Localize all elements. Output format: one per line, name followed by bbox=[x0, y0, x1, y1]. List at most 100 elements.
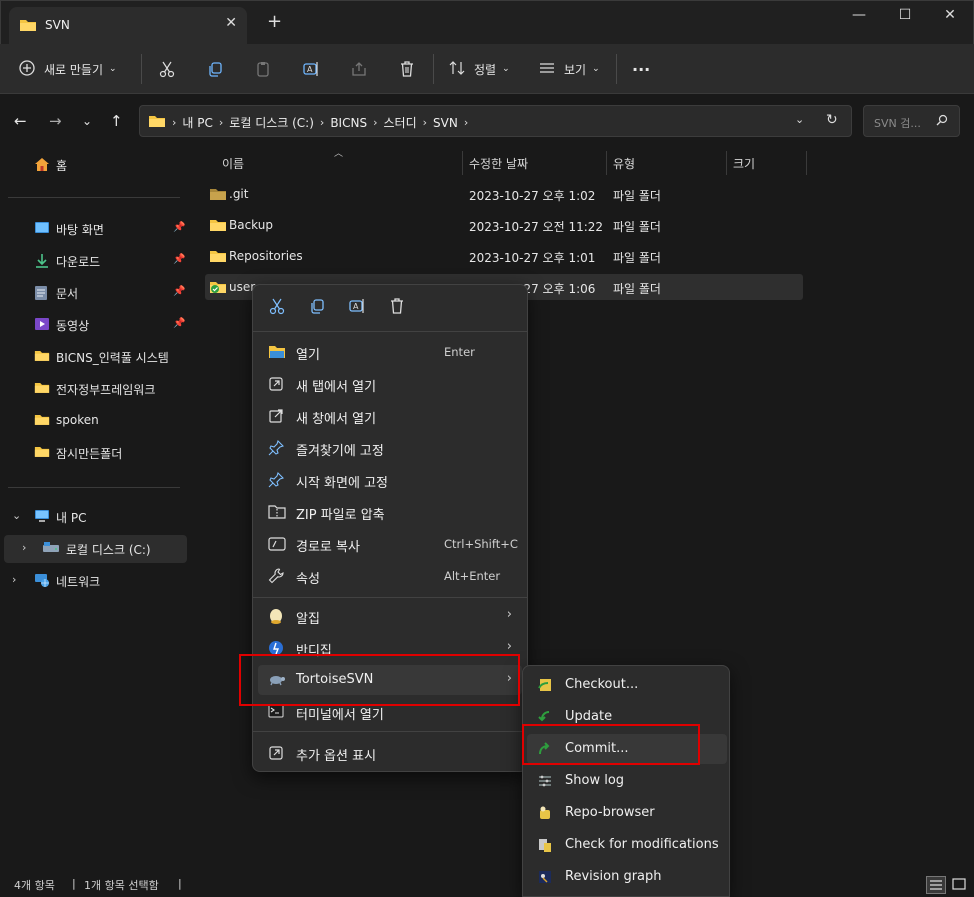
menu-item-label: 시작 화면에 고정 bbox=[296, 476, 388, 491]
menu-item-pin-start[interactable]: 시작 화면에 고정 bbox=[258, 465, 522, 495]
chevron-right-icon[interactable]: › bbox=[22, 541, 26, 554]
sidebar-item-label: 전자정부프레임워크 bbox=[56, 383, 156, 397]
svn-menu-item-repo-browser[interactable]: Repo-browser bbox=[527, 798, 727, 828]
column-header-size[interactable]: 크기 bbox=[733, 155, 755, 175]
up-arrow-icon[interactable]: ↑ bbox=[110, 112, 123, 130]
tiles-view-button[interactable] bbox=[950, 876, 970, 894]
minimize-button[interactable]: — bbox=[844, 7, 874, 27]
sidebar-item-label: 다운로드 bbox=[56, 255, 101, 269]
svn-menu-item-revision-graph[interactable]: Revision graph bbox=[527, 862, 727, 892]
menu-item-bandizip[interactable]: 반디집 › bbox=[258, 633, 522, 663]
column-separator[interactable] bbox=[606, 151, 607, 175]
sidebar-item-home[interactable]: 홈 bbox=[0, 151, 189, 179]
menu-item-label: 새 창에서 열기 bbox=[296, 412, 377, 427]
svn-menu-item-checkout[interactable]: Checkout... bbox=[527, 670, 727, 700]
address-bar[interactable]: › 내 PC › 로컬 디스크 (C:) › BICNS › 스터디 › SVN… bbox=[139, 105, 852, 137]
menu-item-alzip[interactable]: 알집 › bbox=[258, 601, 522, 631]
delete-button[interactable] bbox=[394, 56, 420, 82]
sidebar-item-videos[interactable]: 동영상 📌 bbox=[0, 311, 189, 339]
svn-menu-item-show-log[interactable]: Show log bbox=[527, 766, 727, 796]
sidebar-item-this-pc[interactable]: ⌄ 내 PC bbox=[0, 503, 189, 531]
folder-icon bbox=[34, 413, 50, 429]
column-header-name[interactable]: 이름 bbox=[222, 155, 244, 175]
column-separator[interactable] bbox=[726, 151, 727, 175]
share-button[interactable] bbox=[346, 56, 372, 82]
tiles-view-icon bbox=[952, 878, 966, 890]
sidebar-item-documents[interactable]: 문서 📌 bbox=[0, 279, 189, 307]
breadcrumb-study[interactable]: 스터디 bbox=[383, 114, 416, 131]
copy-path-icon bbox=[268, 536, 286, 556]
chevron-down-icon[interactable]: ⌄ bbox=[12, 509, 21, 522]
menu-item-open[interactable]: 열기 Enter bbox=[258, 337, 522, 367]
address-dropdown-icon[interactable]: ⌄ bbox=[795, 113, 804, 126]
svn-menu-item-commit[interactable]: Commit... bbox=[527, 734, 727, 764]
cut-action[interactable] bbox=[268, 297, 286, 318]
menu-item-open-terminal[interactable]: 터미널에서 열기 bbox=[258, 697, 522, 727]
sidebar-item-downloads[interactable]: 다운로드 📌 bbox=[0, 247, 189, 275]
menu-item-copy-path[interactable]: 경로로 복사 Ctrl+Shift+C bbox=[258, 529, 522, 559]
pin-icon bbox=[268, 439, 285, 460]
table-row[interactable]: Backup 2023-10-27 오전 11:22 파일 폴더 bbox=[205, 212, 803, 238]
menu-item-label: 경로로 복사 bbox=[296, 540, 360, 555]
chevron-right-icon[interactable]: › bbox=[12, 573, 16, 586]
file-type: 파일 폴더 bbox=[613, 189, 661, 203]
menu-item-open-new-window[interactable]: 새 창에서 열기 bbox=[258, 401, 522, 431]
rename-action[interactable]: A bbox=[348, 297, 366, 318]
svn-menu-item-update[interactable]: Update bbox=[527, 702, 727, 732]
sidebar-item-spoken[interactable]: spoken bbox=[0, 407, 189, 435]
table-row[interactable]: Repositories 2023-10-27 오후 1:01 파일 폴더 bbox=[205, 243, 803, 269]
breadcrumb-bicns[interactable]: BICNS bbox=[330, 116, 367, 130]
cut-button[interactable] bbox=[154, 56, 180, 82]
more-options-button[interactable]: ··· bbox=[632, 56, 650, 82]
menu-item-more-options[interactable]: 추가 옵션 표시 bbox=[258, 738, 522, 768]
forward-arrow-icon[interactable]: → bbox=[49, 112, 62, 130]
copy-action[interactable] bbox=[308, 297, 326, 318]
svn-menu-item-check-modifications[interactable]: Check for modifications bbox=[527, 830, 727, 860]
new-tab-button[interactable]: + bbox=[267, 13, 282, 31]
close-window-button[interactable]: ✕ bbox=[935, 7, 965, 27]
menu-item-tortoisesvn[interactable]: TortoiseSVN › bbox=[258, 665, 522, 695]
new-window-icon bbox=[268, 408, 284, 428]
breadcrumb-local-disk[interactable]: 로컬 디스크 (C:) bbox=[229, 114, 314, 131]
view-button[interactable]: 보기 ⌄ bbox=[538, 56, 600, 82]
file-modified: 2023-10-27 오후 1:01 bbox=[469, 251, 596, 265]
column-separator[interactable] bbox=[462, 151, 463, 175]
sidebar-item-bicns[interactable]: BICNS_인력풀 시스템 bbox=[0, 343, 189, 371]
delete-action[interactable] bbox=[388, 297, 406, 318]
close-tab-icon[interactable]: ✕ bbox=[225, 15, 237, 31]
column-separator[interactable] bbox=[806, 151, 807, 175]
sidebar-item-label: 동영상 bbox=[56, 319, 90, 333]
search-box[interactable]: SVN 검... bbox=[863, 105, 960, 137]
maximize-button[interactable]: ☐ bbox=[890, 7, 920, 27]
breadcrumb-this-pc[interactable]: 내 PC bbox=[182, 114, 212, 131]
menu-item-properties[interactable]: 속성 Alt+Enter bbox=[258, 561, 522, 591]
download-icon bbox=[34, 253, 50, 272]
selected-count: 1개 항목 선택함 bbox=[84, 879, 159, 892]
refresh-icon[interactable]: ↻ bbox=[826, 112, 838, 128]
copy-button[interactable] bbox=[202, 56, 228, 82]
column-header-type[interactable]: 유형 bbox=[613, 155, 635, 175]
sidebar-item-network[interactable]: › 네트워크 bbox=[0, 567, 189, 595]
details-view-button[interactable] bbox=[926, 876, 946, 894]
sidebar-item-temp-folder[interactable]: 잠시만든폴더 bbox=[0, 439, 189, 467]
recent-locations-chevron-icon[interactable]: ⌄ bbox=[82, 114, 92, 128]
sort-button[interactable]: 정렬 ⌄ bbox=[448, 56, 510, 82]
sidebar-item-desktop[interactable]: 바탕 화면 📌 bbox=[0, 215, 189, 243]
back-arrow-icon[interactable]: ← bbox=[14, 112, 27, 130]
menu-item-label: 추가 옵션 표시 bbox=[296, 749, 377, 764]
menu-item-compress-zip[interactable]: ZIP 파일로 압축 bbox=[258, 497, 522, 527]
table-row[interactable]: .git 2023-10-27 오후 1:02 파일 폴더 bbox=[205, 181, 803, 207]
menu-item-pin-quick-access[interactable]: 즐겨찾기에 고정 bbox=[258, 433, 522, 463]
breadcrumb-svn[interactable]: SVN bbox=[433, 116, 458, 130]
sidebar-item-egov-framework[interactable]: 전자정부프레임워크 bbox=[0, 375, 189, 403]
column-header-modified[interactable]: 수정한 날짜 bbox=[469, 155, 528, 175]
sidebar-item-label: 내 PC bbox=[56, 511, 87, 525]
home-icon bbox=[34, 157, 50, 175]
menu-item-open-new-tab[interactable]: 새 탭에서 열기 bbox=[258, 369, 522, 399]
menu-item-label: Check for modifications bbox=[565, 837, 719, 852]
sidebar-item-local-disk[interactable]: › 로컬 디스크 (C:) bbox=[4, 535, 187, 563]
new-button[interactable]: 새로 만들기 ⌄ bbox=[18, 56, 117, 82]
tab-svn[interactable]: SVN ✕ bbox=[9, 7, 247, 45]
rename-button[interactable]: A bbox=[298, 56, 324, 82]
paste-button[interactable] bbox=[250, 56, 276, 82]
